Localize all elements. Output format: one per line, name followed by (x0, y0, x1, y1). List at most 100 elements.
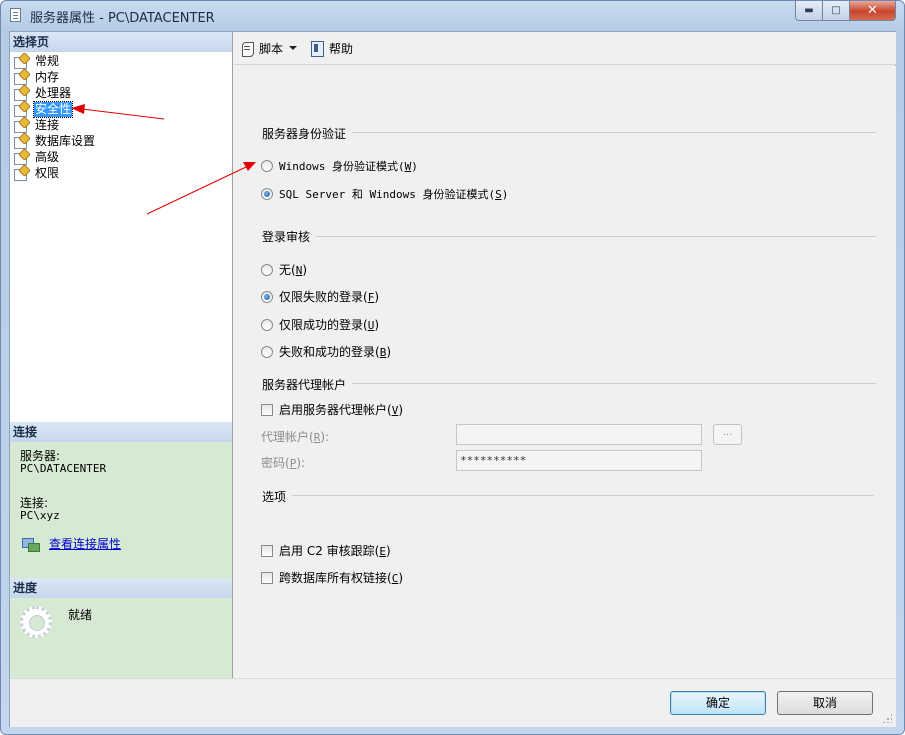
group-divider (352, 132, 876, 133)
security-page-content: 服务器身份验证 Windows 身份验证模式(W) SQL Server 和 W… (234, 66, 896, 678)
property-page-icon (13, 118, 29, 133)
server-properties-window: 服务器属性 - PC\DATACENTER ▬ □ ✕ 选择页 常规 内存 处理… (0, 0, 905, 735)
mixed-auth-label: SQL Server 和 Windows 身份验证模式(S) (279, 188, 509, 201)
page-item-label: 连接 (35, 117, 60, 132)
c2-audit-row[interactable]: 启用 C2 审核跟踪(E) (261, 542, 391, 559)
proxy-account-group: 服务器代理帐户 (262, 376, 346, 393)
enable-proxy-checkbox[interactable] (261, 403, 273, 416)
proxy-password-input[interactable]: ********** (456, 450, 702, 471)
property-page-icon (13, 70, 29, 85)
select-page-panel: 选择页 常规 内存 处理器 安全性 连接 数据库设置 高级 权限 (10, 32, 232, 422)
select-page-header: 选择页 (10, 32, 232, 52)
group-title: 服务器身份验证 (262, 127, 347, 141)
connection-panel: 连接 服务器: PC\DATACENTER 连接: PC\xyz 查看连接属性 (10, 422, 232, 578)
close-button[interactable]: ✕ (850, 1, 896, 21)
proxy-password-label: 密码(P): (261, 456, 306, 470)
view-connection-properties: 查看连接属性 (22, 535, 121, 552)
page-item-label: 数据库设置 (35, 133, 96, 148)
chevron-down-icon[interactable] (289, 46, 298, 50)
page-item-advanced[interactable]: 高级 (10, 149, 232, 165)
minimize-button[interactable]: ▬ (795, 1, 823, 21)
audit-success-radio[interactable] (261, 318, 273, 331)
page-item-label: 常规 (35, 53, 60, 68)
page-item-connections[interactable]: 连接 (10, 117, 232, 133)
left-pane: 选择页 常规 内存 处理器 安全性 连接 数据库设置 高级 权限 连接 服务器:… (10, 32, 233, 678)
proxy-account-label: 代理帐户(R): (261, 430, 330, 444)
property-page-icon (13, 150, 29, 165)
audit-failed-radio-row[interactable]: 仅限失败的登录(F) (261, 288, 379, 305)
view-connection-properties-link[interactable]: 查看连接属性 (49, 535, 121, 552)
group-title: 服务器代理帐户 (262, 378, 347, 392)
title-bar[interactable]: 服务器属性 - PC\DATACENTER ▬ □ ✕ (1, 1, 904, 29)
group-divider (316, 236, 876, 237)
audit-both-label: 失败和成功的登录(B) (279, 345, 391, 359)
group-divider (352, 383, 876, 384)
audit-both-radio[interactable] (261, 345, 273, 358)
script-button[interactable]: 脚本 (241, 40, 303, 57)
enable-proxy-row[interactable]: 启用服务器代理帐户(V) (261, 401, 403, 418)
group-divider (292, 495, 874, 496)
audit-failed-radio[interactable] (261, 290, 273, 303)
cross-db-chaining-label: 跨数据库所有权链接(C) (279, 571, 403, 585)
audit-success-radio-row[interactable]: 仅限成功的登录(U) (261, 316, 379, 333)
page-item-database-settings[interactable]: 数据库设置 (10, 133, 232, 149)
proxy-account-input[interactable] (456, 424, 702, 445)
property-page-icon (13, 54, 29, 69)
audit-failed-label: 仅限失败的登录(F) (279, 290, 379, 304)
progress-header: 进度 (10, 578, 232, 598)
enable-proxy-label: 启用服务器代理帐户(V) (279, 403, 403, 417)
cross-db-chaining-checkbox[interactable] (261, 571, 273, 584)
mixed-auth-radio-row[interactable]: SQL Server 和 Windows 身份验证模式(S) (261, 186, 508, 202)
page-item-label: 高级 (35, 149, 60, 164)
toolbar: 脚本 帮助 (234, 32, 896, 65)
help-button[interactable]: 帮助 (311, 40, 353, 57)
page-item-label: 内存 (35, 69, 60, 84)
page-item-processors[interactable]: 处理器 (10, 85, 232, 101)
windows-auth-label: Windows 身份验证模式(W) (279, 160, 418, 173)
dialog-client-area: 选择页 常规 内存 处理器 安全性 连接 数据库设置 高级 权限 连接 服务器:… (9, 31, 896, 727)
connection-header: 连接 (10, 422, 232, 442)
cancel-button[interactable]: 取消 (777, 691, 873, 715)
page-item-permissions[interactable]: 权限 (10, 165, 232, 181)
audit-success-label: 仅限成功的登录(U) (279, 318, 379, 332)
server-value: PC\DATACENTER (20, 462, 107, 475)
audit-none-radio-row[interactable]: 无(N) (261, 261, 307, 278)
browse-proxy-button[interactable]: ... (713, 424, 742, 445)
script-label: 脚本 (259, 41, 284, 56)
progress-spinner-icon (20, 606, 52, 638)
button-bar: 确定 取消 (10, 678, 896, 727)
page-item-memory[interactable]: 内存 (10, 69, 232, 85)
property-page-icon (13, 102, 29, 117)
script-icon (241, 41, 255, 57)
windows-auth-radio[interactable] (261, 160, 273, 172)
audit-none-radio[interactable] (261, 263, 273, 276)
resize-grip-icon[interactable] (882, 713, 892, 723)
windows-auth-radio-row[interactable]: Windows 身份验证模式(W) (261, 158, 418, 174)
connection-properties-icon (22, 537, 40, 552)
window-controls: ▬ □ ✕ (795, 1, 896, 21)
page-item-general[interactable]: 常规 (10, 53, 232, 69)
options-group: 选项 (262, 488, 286, 505)
maximize-button[interactable]: □ (823, 1, 850, 21)
help-label: 帮助 (329, 41, 354, 56)
login-auditing-group: 登录审核 (262, 228, 310, 245)
audit-none-label: 无(N) (279, 263, 307, 277)
progress-status: 就绪 (68, 608, 93, 622)
ok-button[interactable]: 确定 (670, 691, 766, 715)
document-icon (10, 8, 21, 22)
c2-audit-label: 启用 C2 审核跟踪(E) (279, 544, 391, 558)
property-page-icon (13, 166, 29, 181)
connection-info: 服务器: PC\DATACENTER 连接: PC\xyz (10, 442, 232, 522)
page-list: 常规 内存 处理器 安全性 连接 数据库设置 高级 权限 (10, 52, 232, 181)
audit-both-radio-row[interactable]: 失败和成功的登录(B) (261, 343, 391, 360)
page-item-label: 处理器 (35, 85, 72, 100)
page-item-label: 安全性 (32, 100, 74, 118)
c2-audit-checkbox[interactable] (261, 544, 273, 557)
help-icon (311, 40, 325, 57)
group-title: 选项 (262, 490, 287, 504)
cross-db-chaining-row[interactable]: 跨数据库所有权链接(C) (261, 569, 403, 586)
mixed-auth-radio[interactable] (261, 188, 273, 200)
property-page-icon (13, 86, 29, 101)
connection-value: PC\xyz (20, 509, 60, 522)
page-item-security[interactable]: 安全性 (10, 100, 232, 118)
